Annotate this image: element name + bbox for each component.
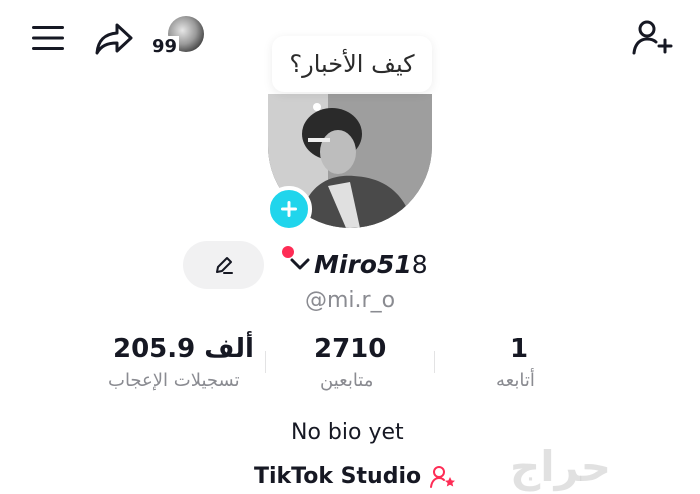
- likes-count: 205.9 ألف: [113, 334, 254, 364]
- username-tail: 8: [411, 250, 428, 279]
- followers-count: 2710: [314, 334, 387, 364]
- share-button[interactable]: [92, 20, 136, 58]
- profile-handle: @mi.r_o: [305, 288, 396, 313]
- likes-label: تسجيلات الإعجاب: [108, 370, 240, 391]
- studio-label: TikTok Studio: [254, 464, 422, 489]
- stat-likes[interactable]: 205.9 ألف تسجيلات الإعجاب: [100, 332, 260, 396]
- edit-profile-button[interactable]: [183, 241, 264, 289]
- share-arrow-icon: [95, 23, 133, 55]
- stat-divider: [265, 351, 266, 373]
- story-avatar-badge[interactable]: 99: [150, 16, 206, 60]
- stat-following[interactable]: 1 أتابعه: [470, 332, 570, 396]
- hamburger-menu-icon: [32, 26, 64, 50]
- username-main: Miro51: [314, 250, 412, 279]
- following-label: أتابعه: [496, 370, 535, 391]
- following-count: 1: [510, 334, 529, 364]
- profile-bio[interactable]: No bio yet: [291, 420, 404, 445]
- watermark-logo: حراج: [510, 442, 612, 491]
- stat-divider: [434, 351, 435, 373]
- profile-username[interactable]: Miro518: [314, 250, 428, 279]
- followers-label: متابعين: [320, 370, 374, 391]
- bubble-tail-dot: [313, 103, 321, 111]
- chevron-down-icon: [290, 258, 310, 270]
- stat-followers[interactable]: 2710 متابعين: [300, 332, 410, 396]
- studio-person-star-icon: [430, 465, 456, 488]
- pencil-icon: [215, 257, 233, 274]
- add-story-button[interactable]: [266, 186, 312, 232]
- account-switch-button[interactable]: [289, 256, 311, 276]
- tiktok-studio-link[interactable]: TikTok Studio: [254, 464, 457, 489]
- person-add-icon: [632, 20, 673, 55]
- plus-icon: [281, 201, 297, 217]
- add-friend-button[interactable]: [630, 18, 674, 58]
- badge-count: 99: [150, 36, 180, 57]
- menu-button[interactable]: [28, 22, 68, 54]
- bubble-text: كيف الأخبار؟: [289, 50, 415, 78]
- status-bubble[interactable]: كيف الأخبار؟: [272, 36, 432, 92]
